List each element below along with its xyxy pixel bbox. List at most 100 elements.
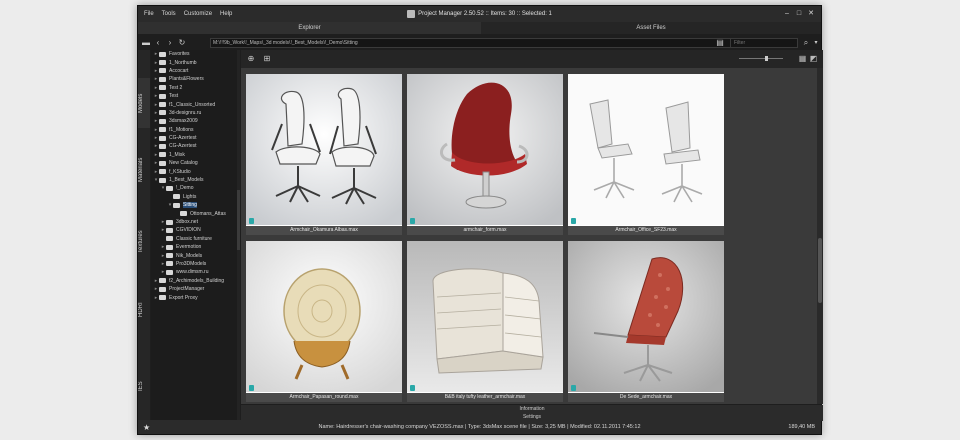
grid-view-icon[interactable]: ▦ (797, 53, 808, 64)
asset-card[interactable]: armchair_form.max (407, 74, 563, 235)
asset-card[interactable]: Armchair_Papasan_round.max (246, 241, 402, 402)
folder-icon (166, 219, 173, 225)
asset-thumbnail (407, 241, 563, 392)
tree-scroll-thumb[interactable] (237, 190, 240, 250)
tree-item[interactable]: ▾ Sitting (151, 201, 239, 209)
thumbnail-grid: Armchair_Okamura Albas.max armchair_form… (241, 68, 817, 404)
tree-item[interactable]: Ottomans_Attas (151, 209, 239, 217)
tree-item[interactable]: ▸ Accocart (151, 67, 239, 75)
folder-icon (173, 194, 180, 200)
tree-item[interactable]: ▸ 1_Northumb (151, 58, 239, 66)
filter-input[interactable]: Filter (730, 38, 798, 48)
panel-tabs: Explorer Asset Files (138, 22, 821, 34)
tree-item[interactable]: Lights (151, 193, 239, 201)
project-manager-window: File Tools Customize Help Project Manage… (137, 5, 823, 435)
tree-item[interactable]: ▾ !_Demo (151, 184, 239, 192)
back-icon[interactable]: ‹ (152, 37, 164, 49)
tree-item[interactable]: ▸ Test 2 (151, 84, 239, 92)
tree-item[interactable]: ▸ ProjectManager (151, 285, 239, 293)
search-dropdown-icon[interactable]: ▾ (810, 37, 822, 49)
tree-item-label: Pro3DModels (176, 260, 207, 267)
menu-file[interactable]: File (144, 11, 154, 17)
tree-item[interactable]: ▸ Nik_Models (151, 251, 239, 259)
menu-help[interactable]: Help (220, 11, 232, 17)
asset-caption: Armchair_Okamura Albas.max (246, 226, 402, 235)
tree-item[interactable]: ▸ 3dsmax2009 (151, 117, 239, 125)
folder-icon (166, 185, 173, 191)
folder-menu-icon[interactable]: ▬ (140, 37, 152, 49)
tree-item[interactable]: ▸ 3d-designru.ru (151, 109, 239, 117)
side-tab-textures[interactable]: Textures (138, 222, 150, 262)
asset-card[interactable]: Armchair_Office_SF23.max (568, 74, 724, 235)
tree-item-label: Export Proxy (169, 294, 198, 301)
minimize-icon[interactable]: – (781, 8, 793, 19)
address-bar: ▬ ‹ › ↻ M:\!!!9b_Work\!_Maps\_3d models\… (138, 36, 821, 50)
tree-item[interactable]: ▸ Favorites (151, 50, 239, 58)
tree-item-label: www.dimsm.ru (176, 269, 209, 276)
asset-card[interactable]: Armchair_Okamura Albas.max (246, 74, 402, 235)
tree-item[interactable]: ▸ f1_Motions (151, 126, 239, 134)
asset-card[interactable]: B&B italy tufty leather_armchair.max (407, 241, 563, 402)
tree-item[interactable]: ▸ Test (151, 92, 239, 100)
side-tab-hdri[interactable]: HDRI (138, 298, 150, 322)
add-model-icon[interactable]: ⊕ (245, 53, 257, 65)
tree-item-label: Nik_Models (176, 252, 203, 259)
tab-explorer[interactable]: Explorer (138, 22, 481, 34)
tree-item[interactable]: ▸ Plants&Flowers (151, 75, 239, 83)
side-tab-materials[interactable]: Materials (138, 148, 150, 192)
tree-item-label: 3dbox.net (176, 219, 198, 225)
title-bar: File Tools Customize Help Project Manage… (138, 6, 821, 22)
folder-icon (159, 68, 166, 74)
folder-icon (166, 253, 173, 259)
grid-scroll-thumb[interactable] (818, 238, 822, 303)
tree-item[interactable]: ▾ 1_Best_Models (151, 176, 239, 184)
tree-item[interactable]: ▸ 3dbox.net (151, 218, 239, 226)
information-panel-header[interactable]: Information (241, 405, 823, 413)
max-file-icon (410, 218, 415, 224)
tree-item[interactable]: ▸ CGVIDION (151, 226, 239, 234)
folder-icon (159, 76, 166, 82)
folder-icon (166, 244, 173, 250)
sort-icon[interactable]: ◩ (808, 53, 819, 64)
side-category-tabs: Models Materials Textures HDRI IES (138, 50, 150, 420)
asset-card[interactable]: De Sede_armchair.max (568, 241, 724, 402)
folder-icon (159, 169, 166, 175)
tree-item[interactable]: ▸ f2_Archimodels_Building (151, 277, 239, 285)
side-tab-models[interactable]: Models (138, 78, 150, 128)
refresh-icon[interactable]: ↻ (176, 37, 188, 49)
tree-item[interactable]: ▸ www.dimsm.ru (151, 268, 239, 276)
tree-item[interactable]: ▸ CG-Azertest (151, 134, 239, 142)
tree-item[interactable]: ▸ f_KStudio (151, 167, 239, 175)
tree-item[interactable]: ▸ 1_Misk (151, 151, 239, 159)
tree-item[interactable]: ▸ New Catalog (151, 159, 239, 167)
tree-item-label: 3d-designru.ru (169, 109, 202, 116)
tab-asset-files[interactable]: Asset Files (481, 22, 821, 34)
folder-icon (159, 143, 166, 149)
tree-item[interactable]: ▸ f1_Classic_Unsorted (151, 100, 239, 108)
thumbnail-size-slider[interactable] (739, 56, 783, 61)
max-file-icon (410, 385, 415, 391)
view-options-icon[interactable]: ▤ (714, 37, 726, 49)
tree-scrollbar[interactable] (237, 50, 240, 420)
side-tab-ies[interactable]: IES (138, 376, 150, 396)
menu-tools[interactable]: Tools (162, 11, 176, 17)
tree-item[interactable]: ▸ CG-Azertest (151, 142, 239, 150)
forward-icon[interactable]: › (164, 37, 176, 49)
render-preview-icon[interactable]: ⊞ (261, 53, 273, 65)
folder-icon (159, 93, 166, 99)
tree-item-label: 1_Misk (169, 151, 185, 158)
tree-item[interactable]: ▸ Evermotion (151, 243, 239, 251)
menu-customize[interactable]: Customize (184, 11, 212, 17)
grid-scrollbar[interactable] (817, 68, 823, 404)
tree-item[interactable]: ▸ Export Proxy (151, 293, 239, 301)
maximize-icon[interactable]: □ (793, 8, 805, 19)
slider-knob[interactable] (765, 56, 768, 61)
tree-item-label: f_KStudio (169, 168, 191, 175)
tree-item-label: 1_Northumb (169, 59, 197, 66)
tree-item-label: 1_Best_Models (169, 177, 204, 184)
tree-item-label: CGVIDION (176, 227, 201, 234)
tree-item[interactable]: Classic furniture (151, 235, 239, 243)
path-input[interactable]: M:\!!!9b_Work\!_Maps\_3d models\!_Best_M… (210, 38, 775, 48)
tree-item[interactable]: ▸ Pro3DModels (151, 260, 239, 268)
close-icon[interactable]: ✕ (805, 8, 817, 19)
